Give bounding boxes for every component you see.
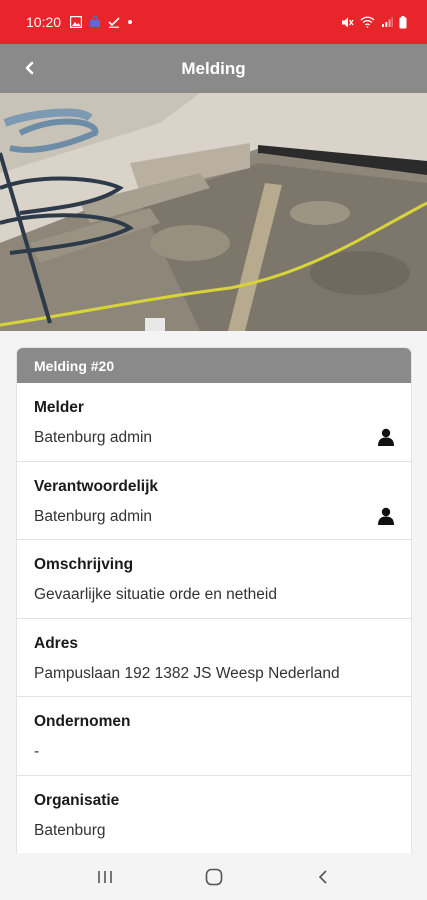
field-label: Omschrijving	[34, 556, 134, 573]
chevron-left-icon	[25, 61, 34, 75]
status-bar: 10:20	[0, 0, 427, 44]
page-title: Melding	[181, 58, 246, 78]
field-value: -	[34, 743, 40, 760]
back-button[interactable]	[18, 56, 42, 80]
dot-icon	[128, 20, 133, 24]
system-nav-bar	[0, 853, 427, 900]
site-photo[interactable]	[0, 93, 427, 331]
field-melder[interactable]: Melder Batenburg admin	[17, 383, 411, 462]
image-icon	[70, 16, 83, 28]
melding-card: Melding #20 Melder Batenburg admin Veran…	[17, 348, 411, 853]
battery-icon	[399, 15, 407, 28]
field-label: Melder	[34, 399, 84, 416]
field-omschrijving: Omschrijving Gevaarlijke situatie orde e…	[17, 540, 411, 619]
field-ondernomen: Ondernomen -	[17, 697, 411, 776]
back-icon	[318, 869, 327, 884]
recent-apps-icon	[97, 870, 112, 883]
bag-icon	[90, 16, 101, 27]
wifi-icon	[360, 16, 375, 28]
field-value: Gevaarlijke situatie orde en netheid	[34, 586, 277, 603]
checkmark-icon	[108, 17, 120, 28]
field-verantwoordelijk[interactable]: Verantwoordelijk Batenburg admin	[17, 462, 411, 540]
field-value: Batenburg	[34, 821, 106, 839]
system-back-button[interactable]	[303, 857, 343, 897]
field-value: Batenburg admin	[34, 507, 153, 525]
field-value: Pampuslaan 192 1382 JS Weesp Nederland	[34, 664, 340, 682]
field-label: Organisatie	[34, 791, 120, 809]
status-time: 10:20	[26, 14, 62, 30]
card-header: Melding #20	[17, 348, 411, 383]
field-value: Batenburg admin	[34, 429, 153, 446]
home-icon	[205, 868, 222, 885]
app-header: Melding	[0, 44, 427, 93]
recent-apps-button[interactable]	[85, 857, 125, 897]
field-label: Verantwoordelijk	[34, 477, 159, 495]
person-icon	[378, 428, 394, 446]
field-label: Ondernomen	[34, 713, 131, 730]
mute-icon	[342, 17, 354, 27]
person-icon	[378, 507, 394, 525]
field-organisatie: Organisatie Batenburg	[17, 776, 411, 854]
home-button[interactable]	[194, 857, 234, 897]
signal-icon	[382, 17, 393, 27]
photo-image	[0, 93, 427, 331]
field-label: Adres	[34, 634, 78, 652]
field-adres: Adres Pampuslaan 192 1382 JS Weesp Neder…	[17, 619, 411, 697]
